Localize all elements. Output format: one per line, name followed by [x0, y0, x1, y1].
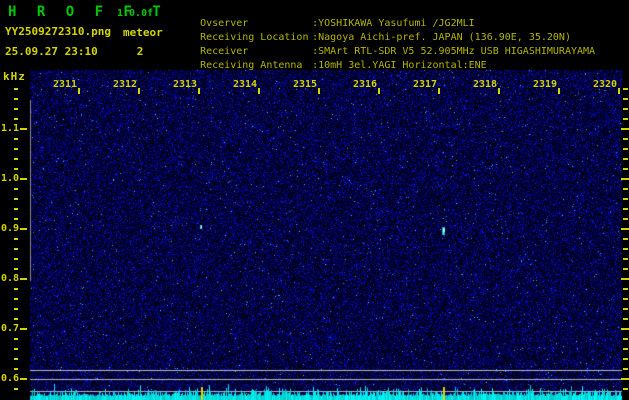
freq-major-tick	[20, 378, 27, 380]
freq-minor-tick-right	[623, 348, 628, 350]
time-tick-label: 2311	[53, 79, 78, 90]
freq-minor-tick-right	[623, 148, 628, 150]
freq-minor-tick-right	[623, 218, 628, 220]
freq-minor-tick-right	[623, 238, 628, 240]
freq-minor-tick-right	[623, 88, 628, 90]
freq-major-tick-right	[621, 278, 629, 280]
time-tick	[378, 88, 380, 94]
freq-tick-label: 0.9	[1, 223, 20, 234]
freq-minor-tick-right	[623, 388, 628, 390]
freq-minor-tick	[14, 248, 18, 250]
freq-major-tick-right	[621, 178, 629, 180]
freq-minor-tick	[14, 148, 18, 150]
freq-minor-tick-right	[623, 188, 628, 190]
output-filename: YY2509272310.png	[5, 25, 111, 38]
freq-minor-tick-right	[623, 298, 628, 300]
freq-minor-tick-right	[623, 338, 628, 340]
freq-minor-tick	[14, 388, 18, 390]
freq-minor-tick-right	[623, 168, 628, 170]
time-tick	[138, 88, 140, 94]
time-tick	[558, 88, 560, 94]
freq-minor-tick-right	[623, 368, 628, 370]
freq-tick-label: 0.6	[1, 373, 20, 384]
freq-minor-tick	[14, 298, 18, 300]
time-tick	[498, 88, 500, 94]
freq-minor-tick	[14, 238, 18, 240]
freq-minor-tick	[14, 108, 18, 110]
app-version: 1.0.0f	[117, 8, 154, 19]
freq-major-tick	[20, 228, 27, 230]
info-line-antenna: Receiving Antenna :10mH 3el.YAGI Horizont…	[176, 49, 487, 82]
time-tick-label: 2317	[413, 79, 438, 90]
time-tick-label: 2313	[173, 79, 198, 90]
freq-minor-tick-right	[623, 288, 628, 290]
freq-minor-tick-right	[623, 208, 628, 210]
freq-tick-label: 1.0	[1, 173, 20, 184]
freq-major-tick-right	[621, 328, 629, 330]
freq-minor-tick	[14, 188, 18, 190]
freq-minor-tick	[14, 318, 18, 320]
freq-minor-tick	[14, 98, 18, 100]
time-tick-label: 2316	[353, 79, 378, 90]
time-tick-label: 2319	[533, 79, 558, 90]
time-tick	[198, 88, 200, 94]
time-tick-label: 2318	[473, 79, 498, 90]
freq-minor-tick-right	[623, 248, 628, 250]
freq-major-tick	[20, 328, 27, 330]
freq-minor-tick-right	[623, 308, 628, 310]
freq-minor-tick-right	[623, 318, 628, 320]
time-tick-label: 2320	[593, 79, 618, 90]
freq-minor-tick-right	[623, 358, 628, 360]
meteor-count: 2	[136, 45, 144, 58]
freq-minor-tick-right	[623, 118, 628, 120]
freq-major-tick-right	[621, 228, 629, 230]
freq-major-tick	[20, 278, 27, 280]
time-tick-label: 2314	[233, 79, 258, 90]
time-tick	[78, 88, 80, 94]
time-tick	[318, 88, 320, 94]
info-label: Receiving Antenna	[200, 60, 303, 71]
time-tick	[618, 88, 620, 94]
freq-minor-tick	[14, 208, 18, 210]
freq-minor-tick	[14, 288, 18, 290]
mode-label: meteor	[123, 26, 163, 39]
freq-minor-tick-right	[623, 198, 628, 200]
freq-major-tick	[20, 128, 27, 130]
freq-major-tick-right	[621, 378, 629, 380]
info-value: :10mH 3el.YAGI Horizontal:ENE	[312, 60, 487, 71]
freq-minor-tick	[14, 308, 18, 310]
freq-tick-label: 0.7	[1, 323, 20, 334]
time-tick-label: 2312	[113, 79, 138, 90]
time-tick	[258, 88, 260, 94]
freq-minor-tick-right	[623, 138, 628, 140]
freq-major-tick-right	[621, 128, 629, 130]
freq-minor-tick	[14, 218, 18, 220]
freq-minor-tick	[14, 348, 18, 350]
time-tick-label: 2315	[293, 79, 318, 90]
freq-tick-label: 1.1	[1, 123, 20, 134]
freq-minor-tick	[14, 158, 18, 160]
freq-major-tick	[20, 178, 27, 180]
freq-minor-tick-right	[623, 158, 628, 160]
freq-minor-tick-right	[623, 258, 628, 260]
freq-minor-tick	[14, 198, 18, 200]
freq-minor-tick-right	[623, 108, 628, 110]
freq-minor-tick	[14, 338, 18, 340]
freq-minor-tick	[14, 88, 18, 90]
freq-minor-tick	[14, 368, 18, 370]
observation-datetime: 25.09.27 23:10	[5, 45, 98, 58]
freq-minor-tick	[14, 118, 18, 120]
freq-tick-label: 0.8	[1, 273, 20, 284]
freq-minor-tick	[14, 268, 18, 270]
time-tick	[438, 88, 440, 94]
freq-minor-tick	[14, 168, 18, 170]
freq-minor-tick	[14, 138, 18, 140]
freq-minor-tick-right	[623, 268, 628, 270]
freq-minor-tick	[14, 258, 18, 260]
freq-minor-tick-right	[623, 98, 628, 100]
freq-minor-tick	[14, 358, 18, 360]
freq-axis-unit: kHz	[3, 70, 26, 83]
hrofft-output-image: H R O F F T 1.0.0f YY2509272310.png mete…	[0, 0, 629, 400]
